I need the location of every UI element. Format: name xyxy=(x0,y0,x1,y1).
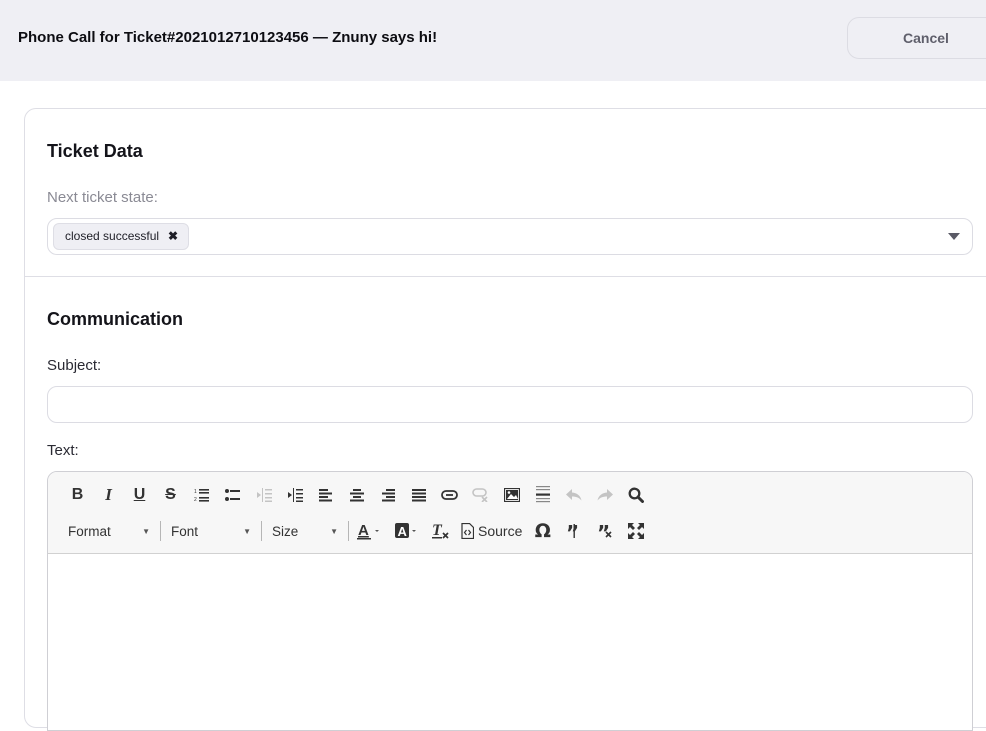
source-label: Source xyxy=(478,523,523,539)
bold-button[interactable]: B xyxy=(62,483,93,507)
link-icon xyxy=(441,490,458,500)
maximize-button[interactable] xyxy=(620,519,651,543)
maximize-icon xyxy=(627,523,644,539)
toolbar-row-1: B I U S 12 xyxy=(62,483,651,507)
increase-indent-icon xyxy=(287,488,303,502)
strikethrough-icon: S xyxy=(165,486,176,503)
source-icon xyxy=(461,523,474,539)
bulleted-list-icon xyxy=(224,489,240,501)
toolbar-separator xyxy=(261,521,262,541)
editor-toolbar: B I U S 12 Format ▼ Font ▼ Size ▼ A A T … xyxy=(48,472,972,554)
chevron-down-icon: ▼ xyxy=(243,526,251,536)
toolbar-row-2: Format ▼ Font ▼ Size ▼ A A T Source Ω ” … xyxy=(60,519,651,543)
font-dropdown[interactable]: Font ▼ xyxy=(163,519,259,543)
text-color-button[interactable]: A xyxy=(351,519,389,543)
dialog-title: Phone Call for Ticket#2021012710123456 —… xyxy=(18,29,438,46)
align-left-icon xyxy=(318,488,332,501)
toolbar-separator xyxy=(348,521,349,541)
svg-text:”: ” xyxy=(566,524,579,538)
next-ticket-state-label: Next ticket state: xyxy=(47,189,158,206)
svg-text:2: 2 xyxy=(194,497,197,502)
image-button[interactable] xyxy=(496,483,527,507)
format-dropdown[interactable]: Format ▼ xyxy=(60,519,158,543)
search-icon xyxy=(628,487,644,503)
strikethrough-button[interactable]: S xyxy=(155,483,186,507)
increase-indent-button[interactable] xyxy=(279,483,310,507)
cancel-button[interactable]: Cancel xyxy=(847,17,986,59)
justify-button[interactable] xyxy=(403,483,434,507)
horizontal-line-icon xyxy=(535,486,550,503)
decrease-indent-button[interactable] xyxy=(248,483,279,507)
next-ticket-state-select[interactable]: closed successful ✖ xyxy=(47,218,973,255)
remove-quote-icon: ” xyxy=(597,524,612,538)
bold-icon: B xyxy=(71,486,84,503)
remove-format-icon: T xyxy=(431,522,449,539)
justify-icon xyxy=(411,488,426,501)
selected-state-tag: closed successful ✖ xyxy=(53,223,190,250)
font-label: Font xyxy=(171,523,199,539)
size-label: Size xyxy=(272,523,299,539)
unlink-button[interactable] xyxy=(465,483,496,507)
subject-input[interactable] xyxy=(47,386,973,423)
subject-label: Subject: xyxy=(47,357,102,374)
remove-tag-icon[interactable]: ✖ xyxy=(168,224,178,249)
toolbar-separator xyxy=(160,521,161,541)
section-divider xyxy=(25,276,986,277)
italic-icon: I xyxy=(105,485,112,504)
bidi-ltr-button[interactable]: ” xyxy=(558,519,589,543)
decrease-indent-icon xyxy=(256,488,272,502)
background-color-icon: A xyxy=(395,523,416,539)
numbered-list-button[interactable]: 12 xyxy=(186,483,217,507)
format-label: Format xyxy=(68,523,111,539)
selected-state-value: closed successful xyxy=(65,229,160,243)
remove-blockquote-button[interactable]: ” xyxy=(589,519,620,543)
underline-icon: U xyxy=(133,486,146,503)
omega-icon: Ω xyxy=(534,520,551,542)
chevron-down-icon: ▼ xyxy=(142,526,150,536)
align-right-icon xyxy=(381,488,395,501)
bulleted-list-button[interactable] xyxy=(217,483,248,507)
undo-button[interactable] xyxy=(558,483,589,507)
redo-button[interactable] xyxy=(589,483,620,507)
svg-text:A: A xyxy=(358,522,369,539)
italic-button[interactable]: I xyxy=(93,483,124,507)
dropdown-arrow-icon[interactable] xyxy=(948,233,960,240)
chevron-down-icon: ▼ xyxy=(330,526,338,536)
communication-heading: Communication xyxy=(47,309,184,329)
source-button[interactable]: Source xyxy=(456,519,527,543)
special-character-button[interactable]: Ω xyxy=(527,519,558,543)
align-right-button[interactable] xyxy=(372,483,403,507)
horizontal-line-button[interactable] xyxy=(527,483,558,507)
ticket-data-heading: Ticket Data xyxy=(47,141,143,161)
link-button[interactable] xyxy=(434,483,465,507)
redo-icon xyxy=(597,489,613,501)
undo-icon xyxy=(565,489,581,501)
align-center-button[interactable] xyxy=(341,483,372,507)
remove-format-button[interactable]: T xyxy=(425,519,456,543)
image-icon xyxy=(503,488,520,502)
svg-text:1: 1 xyxy=(194,489,197,495)
align-left-button[interactable] xyxy=(310,483,341,507)
align-center-icon xyxy=(349,488,364,501)
svg-text:A: A xyxy=(398,524,408,539)
rich-text-editor: B I U S 12 Format ▼ Font ▼ Size ▼ A A T … xyxy=(47,471,973,731)
find-button[interactable] xyxy=(620,483,651,507)
unlink-icon xyxy=(472,488,488,502)
quote-icon: ” xyxy=(566,524,579,538)
text-label: Text: xyxy=(47,442,79,459)
text-color-icon: A xyxy=(357,522,379,540)
editor-content-area[interactable] xyxy=(48,554,972,730)
numbered-list-icon: 12 xyxy=(194,489,209,502)
svg-text:T: T xyxy=(432,522,443,539)
size-dropdown[interactable]: Size ▼ xyxy=(264,519,346,543)
background-color-button[interactable]: A xyxy=(389,519,425,543)
dialog-header: Phone Call for Ticket#2021012710123456 —… xyxy=(0,0,986,81)
underline-button[interactable]: U xyxy=(124,483,155,507)
form-card: Ticket Data Next ticket state: closed su… xyxy=(24,108,986,731)
